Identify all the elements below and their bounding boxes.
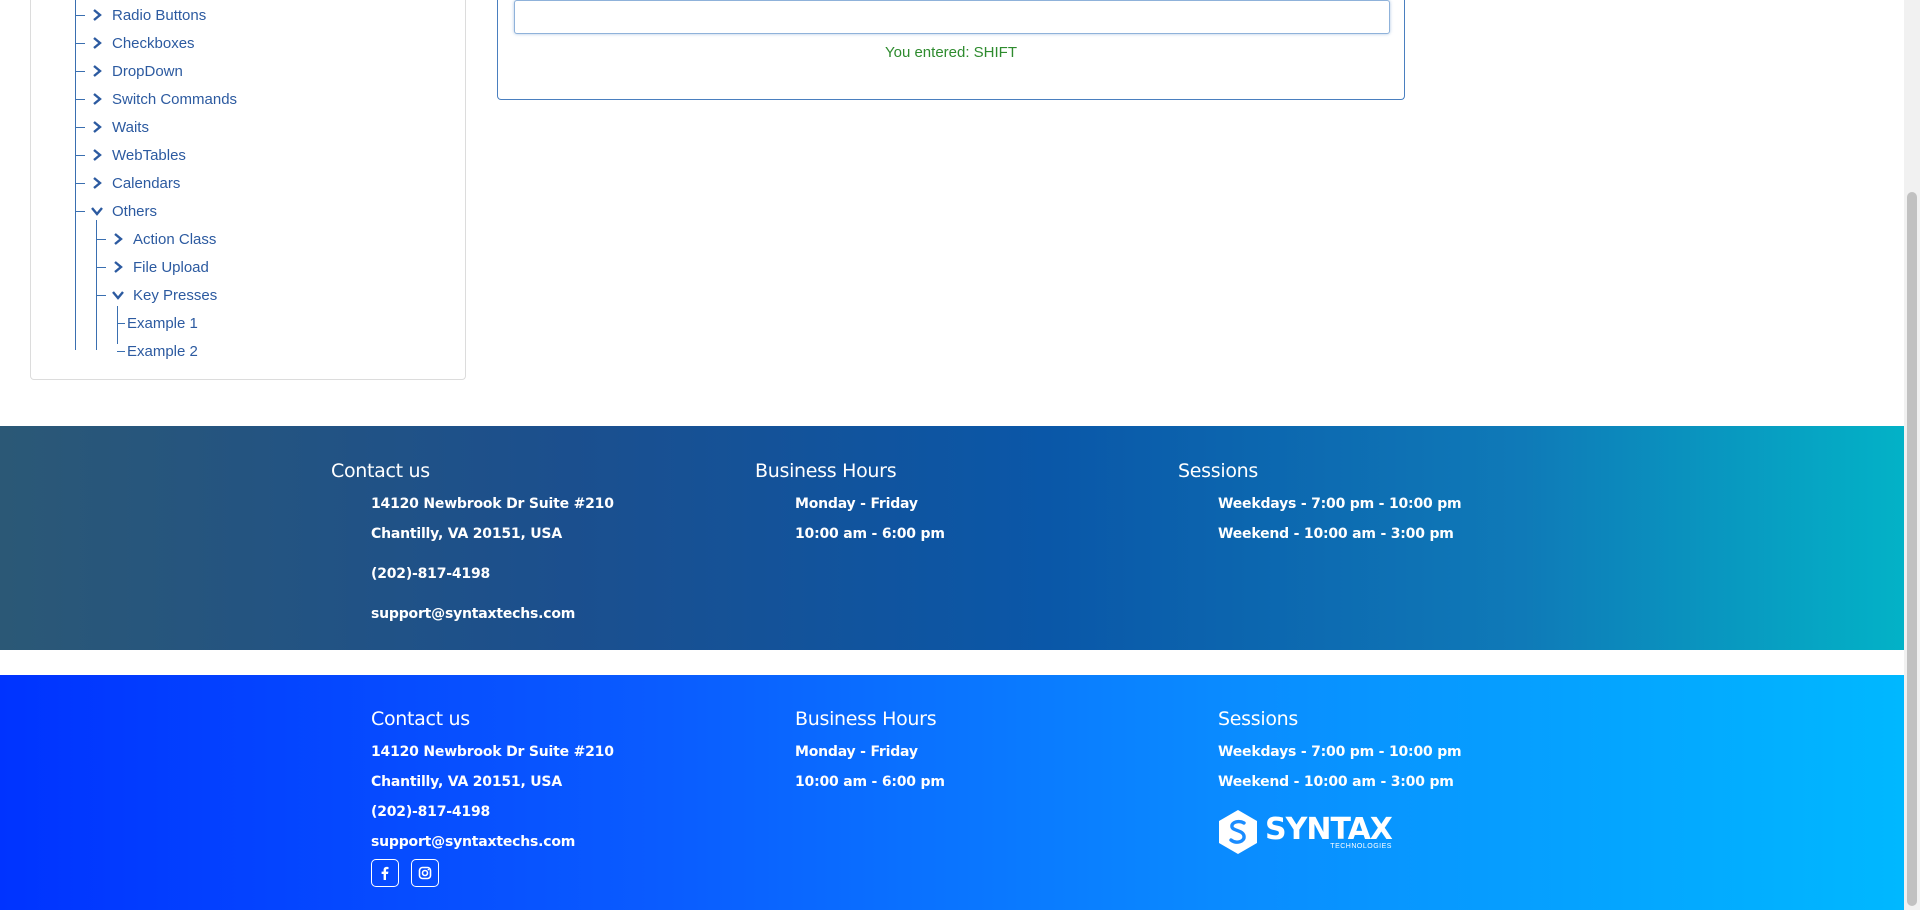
sidebar-item-dropdown[interactable]: DropDown (75, 60, 183, 82)
sidebar-item-label[interactable]: Example 2 (127, 343, 198, 360)
instagram-icon (418, 866, 432, 880)
chevron-right-icon (91, 37, 103, 49)
footer-contact-heading: Contact us (331, 460, 430, 482)
sidebar-item-label[interactable]: File Upload (133, 259, 209, 276)
footer-hours-time: 10:00 am - 6:00 pm (795, 774, 945, 790)
chevron-right-icon (91, 93, 103, 105)
sidebar-item-label[interactable]: DropDown (112, 63, 183, 80)
syntax-logo[interactable]: SYNTAX TECHNOLOGIES (1217, 809, 1393, 855)
sidebar-item-label[interactable]: Checkboxes (112, 35, 195, 52)
footer-address-line2: Chantilly, VA 20151, USA (371, 774, 562, 790)
chevron-right-icon (91, 9, 103, 21)
footer-hours-days: Monday - Friday (795, 744, 918, 760)
footer-hours-column: Business Hours Monday - Friday 10:00 am … (755, 460, 945, 542)
footer-hours-days: Monday - Friday (795, 496, 918, 512)
sidebar-item-example-1[interactable]: Example 1 (117, 312, 198, 334)
syntax-logo-icon (1217, 809, 1259, 855)
facebook-icon (378, 866, 392, 880)
chevron-right-icon (112, 261, 124, 273)
sidebar-item-label[interactable]: Others (112, 203, 157, 220)
key-press-result: You entered: SHIFT (884, 44, 1018, 61)
footer-address-line1: 14120 Newbrook Dr Suite #210 (371, 744, 614, 760)
sidebar-item-label[interactable]: Switch Commands (112, 91, 237, 108)
chevron-right-icon (91, 65, 103, 77)
sidebar-item-calendars[interactable]: Calendars (75, 172, 180, 194)
footer-hours-heading: Business Hours (755, 460, 897, 482)
sidebar-item-example-2[interactable]: Example 2 (117, 340, 198, 362)
footer-contact-heading: Contact us (371, 708, 470, 730)
facebook-button[interactable] (371, 859, 399, 887)
key-press-input[interactable] (514, 0, 1390, 34)
footer-hours-column: Business Hours Monday - Friday 10:00 am … (795, 708, 945, 790)
chevron-down-icon (112, 289, 124, 301)
footer-sessions-heading: Sessions (1218, 708, 1298, 730)
sidebar-item-radio-buttons[interactable]: Radio Buttons (75, 4, 206, 26)
footer-sessions-weekdays: Weekdays - 7:00 pm - 10:00 pm (1218, 496, 1462, 512)
sidebar-item-key-presses[interactable]: Key Presses (96, 284, 217, 306)
footer-contact-column: Contact us 14120 Newbrook Dr Suite #210 … (331, 460, 614, 622)
sidebar-item-switch-commands[interactable]: Switch Commands (75, 88, 237, 110)
footer-hours-heading: Business Hours (795, 708, 937, 730)
footer-sessions-column: Sessions Weekdays - 7:00 pm - 10:00 pm W… (1218, 708, 1462, 790)
logo-brand-text: SYNTAX (1265, 811, 1393, 847)
chevron-right-icon (91, 177, 103, 189)
footer-info-primary: Contact us 14120 Newbrook Dr Suite #210 … (0, 426, 1904, 650)
sidebar-item-others[interactable]: Others (75, 200, 157, 222)
sidebar-item-label[interactable]: Action Class (133, 231, 216, 248)
footer-email[interactable]: support@syntaxtechs.com (371, 834, 575, 850)
footer-hours-time: 10:00 am - 6:00 pm (795, 526, 945, 542)
sidebar-item-label[interactable]: Key Presses (133, 287, 217, 304)
chevron-right-icon (112, 233, 124, 245)
page-scrollbar[interactable] (1904, 0, 1920, 910)
footer-sessions-heading: Sessions (1178, 460, 1258, 482)
footer-sessions-weekend: Weekend - 10:00 am - 3:00 pm (1218, 526, 1454, 542)
sidebar-tree: Radio Buttons Checkboxes DropDown Switch… (30, 0, 466, 380)
chevron-right-icon (91, 121, 103, 133)
footer-sessions-weekdays: Weekdays - 7:00 pm - 10:00 pm (1218, 744, 1462, 760)
footer-address-line1: 14120 Newbrook Dr Suite #210 (371, 496, 614, 512)
sidebar-item-label[interactable]: Calendars (112, 175, 180, 192)
key-press-panel: You entered: SHIFT (497, 0, 1405, 100)
sidebar-item-label[interactable]: WebTables (112, 147, 186, 164)
footer-phone[interactable]: (202)-817-4198 (371, 566, 490, 582)
sidebar-item-label[interactable]: Radio Buttons (112, 7, 206, 24)
footer-sessions-weekend: Weekend - 10:00 am - 3:00 pm (1218, 774, 1454, 790)
chevron-right-icon (91, 149, 103, 161)
sidebar-item-file-upload[interactable]: File Upload (96, 256, 209, 278)
sidebar-item-label[interactable]: Example 1 (127, 315, 198, 332)
scrollbar-thumb[interactable] (1907, 192, 1917, 906)
sidebar-item-waits[interactable]: Waits (75, 116, 149, 138)
instagram-button[interactable] (411, 859, 439, 887)
footer-email[interactable]: support@syntaxtechs.com (371, 606, 575, 622)
sidebar-item-webtables[interactable]: WebTables (75, 144, 186, 166)
footer-info-secondary: Contact us 14120 Newbrook Dr Suite #210 … (0, 675, 1904, 910)
footer-phone[interactable]: (202)-817-4198 (371, 804, 490, 820)
footer-address-line2: Chantilly, VA 20151, USA (371, 526, 562, 542)
sidebar-item-checkboxes[interactable]: Checkboxes (75, 32, 195, 54)
sidebar-item-label[interactable]: Waits (112, 119, 149, 136)
footer-contact-column: Contact us 14120 Newbrook Dr Suite #210 … (371, 708, 614, 850)
footer-sessions-column: Sessions Weekdays - 7:00 pm - 10:00 pm W… (1178, 460, 1462, 542)
sidebar-item-action-class[interactable]: Action Class (96, 228, 216, 250)
chevron-down-icon (91, 205, 103, 217)
